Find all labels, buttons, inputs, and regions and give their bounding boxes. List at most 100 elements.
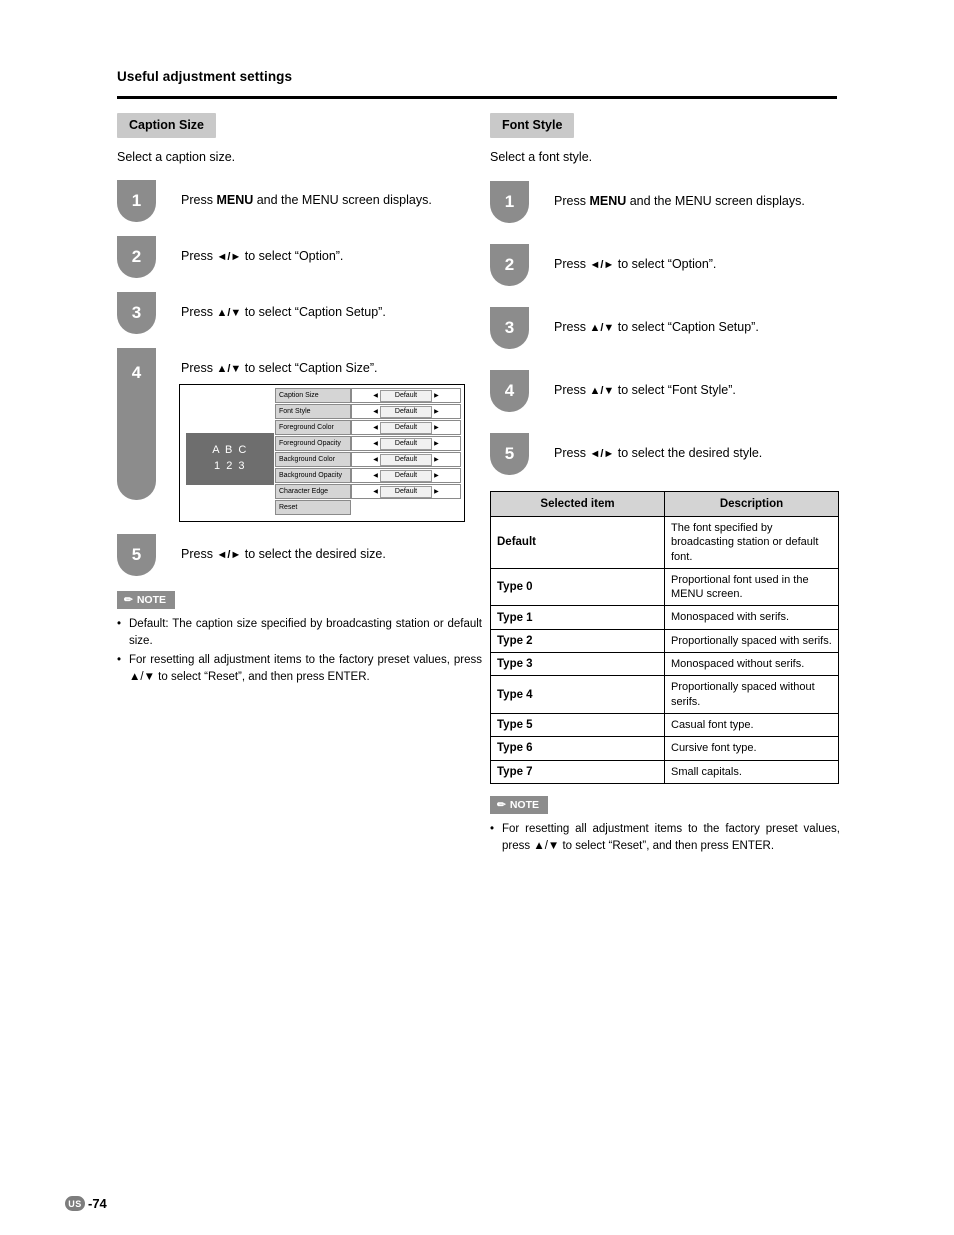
osd-row-value-text: Default [379, 405, 433, 418]
osd-row-label: Foreground Opacity [275, 436, 351, 451]
left-arrow-icon[interactable]: ◀ [371, 488, 380, 495]
osd-row[interactable]: Character Edge ◀ Default ▶ [275, 484, 461, 499]
left-arrow-icon[interactable]: ◀ [371, 392, 380, 399]
osd-row-value-text: Default [379, 485, 433, 498]
osd-row[interactable]: Foreground Opacity ◀ Default ▶ [275, 436, 461, 451]
left-arrow-icon[interactable]: ◀ [371, 440, 380, 447]
table-row: Type 5 Casual font type. [490, 712, 839, 738]
step-text: Press ▲/▼ to select “Font Style”. [554, 370, 840, 399]
step-key-label: MENU [589, 194, 627, 208]
osd-row-value[interactable]: ◀ Default ▶ [351, 436, 461, 451]
note-text: For resetting all adjustment items to th… [502, 822, 840, 853]
note-chip: ✏ NOTE [490, 795, 548, 814]
step-text-pre: Press [181, 361, 217, 375]
right-arrow-icon[interactable]: ▶ [432, 472, 441, 479]
step-key-label: ◄/► [589, 259, 615, 271]
table-cell-item: Type 5 [490, 712, 665, 738]
step-text-post: to select “Caption Size”. [241, 361, 378, 375]
step-key-label: ◄/► [216, 549, 242, 561]
step-text-post: to select “Option”. [614, 257, 717, 271]
osd-caption-preview: A B C 1 2 3 [186, 433, 274, 485]
table-cell-item: Type 6 [490, 736, 665, 761]
step-text-pre: Press [554, 257, 590, 271]
table-cell-description: Cursive font type. [664, 736, 839, 761]
step-text-pre: Press [181, 547, 217, 561]
step-item: 5 Press ◄/► to select the desired size. [117, 534, 482, 576]
left-arrow-icon[interactable]: ◀ [371, 408, 380, 415]
document-page: Useful adjustment settings Caption Size … [0, 0, 954, 1235]
step-key-label: ◄/► [216, 251, 242, 263]
note-body: • Default: The caption size specified by… [117, 616, 482, 686]
step-number-badge: 1 [117, 180, 156, 222]
table-cell-description: Proportionally spaced without serifs. [664, 675, 839, 714]
step-text: Press ◄/► to select “Option”. [554, 244, 840, 273]
pencil-icon: ✏ [497, 798, 506, 811]
osd-row[interactable]: Background Color ◀ Default ▶ [275, 452, 461, 467]
step-item: 2 Press ◄/► to select “Option”. [490, 244, 840, 286]
step-item: 3 Press ▲/▼ to select “Caption Setup”. [490, 307, 840, 349]
step-item: 1 Press MENU and the MENU screen display… [490, 181, 840, 223]
bullet-icon: • [117, 618, 122, 630]
osd-row-value[interactable]: ◀ Default ▶ [351, 452, 461, 467]
osd-row[interactable]: Background Opacity ◀ Default ▶ [275, 468, 461, 483]
step-item: 1 Press MENU and the MENU screen display… [117, 180, 482, 222]
osd-row-value[interactable]: ◀ Default ▶ [351, 404, 461, 419]
note-block-right: ✏ NOTE • For resetting all adjustment it… [490, 795, 840, 856]
osd-row-label: Character Edge [275, 484, 351, 499]
osd-row-value[interactable]: ◀ Default ▶ [351, 420, 461, 435]
right-arrow-icon[interactable]: ▶ [432, 488, 441, 495]
step-text: Press ▲/▼ to select “Caption Setup”. [554, 307, 840, 336]
step-text-pre: Press [181, 249, 217, 263]
table-cell-item: Default [490, 516, 665, 569]
step-text: Press ◄/► to select the desired style. [554, 433, 840, 462]
osd-row[interactable]: Caption Size ◀ Default ▶ [275, 388, 461, 403]
step-text: Press ◄/► to select the desired size. [181, 534, 482, 563]
step-item: 3 Press ▲/▼ to select “Caption Setup”. [117, 292, 482, 334]
osd-row-reset[interactable]: Reset [275, 500, 461, 515]
step-key-label: MENU [216, 193, 254, 207]
right-arrow-icon[interactable]: ▶ [432, 392, 441, 399]
osd-row-value[interactable]: ◀ Default ▶ [351, 388, 461, 403]
right-arrow-icon[interactable]: ▶ [432, 440, 441, 447]
step-text-post: and the MENU screen displays. [626, 194, 805, 208]
note-block-left: ✏ NOTE • Default: The caption size speci… [117, 590, 482, 686]
note-text: Default: The caption size specified by b… [129, 618, 482, 648]
table-row: Type 3 Monospaced without serifs. [490, 652, 839, 677]
table-cell-description: Monospaced with serifs. [664, 605, 839, 630]
table-cell-item: Type 2 [490, 628, 665, 654]
table-header-selected-item: Selected item [490, 491, 665, 517]
bullet-icon: • [117, 653, 122, 666]
osd-row[interactable]: Font Style ◀ Default ▶ [275, 404, 461, 419]
left-arrow-icon[interactable]: ◀ [371, 472, 380, 479]
table-row: Default The font specified by broadcasti… [490, 516, 839, 569]
table-row: Type 7 Small capitals. [490, 759, 839, 784]
osd-row-value-text: Default [379, 437, 433, 450]
table-row: Type 6 Cursive font type. [490, 736, 839, 761]
note-chip-label: NOTE [136, 594, 166, 606]
table-cell-item: Type 1 [490, 605, 665, 630]
right-arrow-icon[interactable]: ▶ [432, 456, 441, 463]
table-cell-item: Type 3 [490, 652, 665, 677]
step-text-post: to select the desired style. [614, 446, 763, 460]
pencil-icon: ✏ [124, 594, 133, 606]
right-arrow-icon[interactable]: ▶ [432, 424, 441, 431]
left-arrow-icon[interactable]: ◀ [371, 424, 380, 431]
table-cell-description: Proportional font used in the MENU scree… [664, 567, 839, 607]
step-number-badge: 3 [117, 292, 156, 334]
osd-row-value[interactable]: ◀ Default ▶ [351, 468, 461, 483]
osd-row[interactable]: Foreground Color ◀ Default ▶ [275, 420, 461, 435]
table-cell-item: Type 7 [490, 759, 665, 784]
right-arrow-icon[interactable]: ▶ [432, 408, 441, 415]
step-number-badge: 4 [490, 370, 529, 412]
step-text: Press MENU and the MENU screen displays. [554, 181, 840, 210]
step-text-post: to select “Font Style”. [614, 383, 736, 397]
step-number-badge: 5 [490, 433, 529, 475]
step-key-label: ▲/▼ [589, 322, 615, 334]
osd-row-value-text: Default [379, 421, 433, 434]
osd-row-value-text: Default [379, 389, 433, 402]
table-cell-description: Small capitals. [664, 759, 839, 784]
left-arrow-icon[interactable]: ◀ [371, 456, 380, 463]
osd-row-value[interactable]: ◀ Default ▶ [351, 484, 461, 499]
right-column: Font Style Select a font style. 1 Press … [490, 113, 840, 856]
step-key-label: ▲/▼ [589, 385, 615, 397]
